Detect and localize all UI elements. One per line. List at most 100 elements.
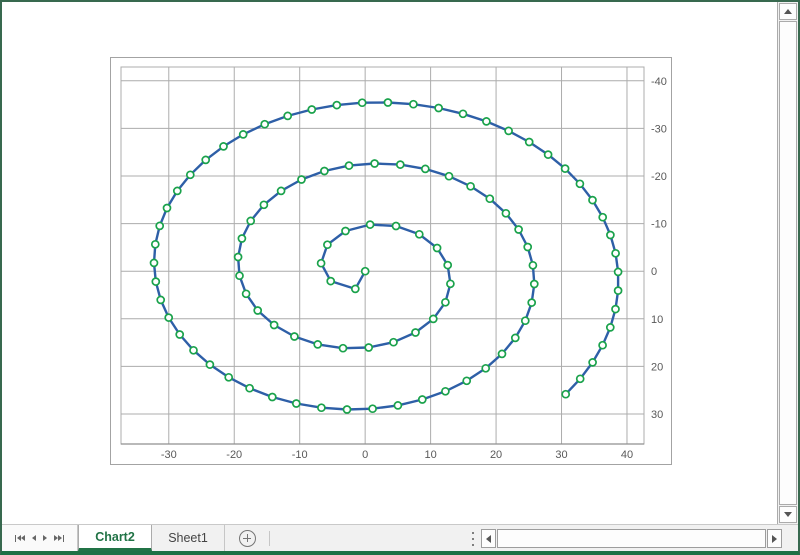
spiral-data-marker[interactable] — [172, 186, 182, 196]
spiral-data-marker[interactable] — [441, 297, 450, 307]
spiral-data-marker[interactable] — [235, 271, 244, 281]
spiral-data-marker[interactable] — [156, 295, 166, 305]
spiral-data-marker[interactable] — [389, 337, 398, 347]
spiral-data-marker[interactable] — [360, 266, 370, 276]
spiral-data-marker[interactable] — [611, 304, 620, 314]
spiral-data-marker[interactable] — [260, 119, 270, 129]
spiral-data-marker[interactable] — [395, 160, 405, 169]
spiral-data-marker[interactable] — [417, 395, 427, 404]
spiral-data-marker[interactable] — [611, 248, 620, 258]
horizontal-scrollbar[interactable] — [481, 529, 782, 548]
spiral-data-marker[interactable] — [323, 240, 332, 250]
spiral-data-marker[interactable] — [482, 117, 491, 126]
spiral-data-marker[interactable] — [420, 164, 430, 174]
new-sheet-button[interactable] — [233, 525, 261, 551]
spiral-data-marker[interactable] — [316, 258, 326, 268]
spiral-data-marker[interactable] — [283, 111, 293, 121]
spiral-data-marker[interactable] — [344, 161, 354, 170]
spiral-data-marker[interactable] — [269, 320, 279, 330]
spiral-data-marker[interactable] — [523, 242, 533, 252]
spiral-data-marker[interactable] — [259, 200, 269, 210]
next-sheet-button[interactable] — [42, 535, 47, 541]
spiral-data-marker[interactable] — [267, 392, 277, 402]
vertical-scrollbar-thumb[interactable] — [779, 21, 797, 505]
spiral-data-marker[interactable] — [338, 343, 348, 353]
spiral-data-marker[interactable] — [393, 401, 403, 410]
spiral-data-marker[interactable] — [588, 358, 597, 367]
spiral-data-marker[interactable] — [350, 284, 360, 294]
spiral-data-marker[interactable] — [560, 164, 570, 173]
spiral-data-marker[interactable] — [443, 260, 453, 270]
spiral-data-marker[interactable] — [391, 221, 401, 231]
chart-frame[interactable]: -30 -20 -10 0 10 20 30 40 -40 -30 -20 -10 0 10 20 30 — [110, 57, 672, 465]
spiral-data-marker[interactable] — [527, 298, 537, 307]
spiral-data-marker[interactable] — [313, 340, 323, 349]
spiral-data-marker[interactable] — [365, 220, 375, 229]
spiral-data-marker[interactable] — [598, 212, 608, 222]
spiral-data-marker[interactable] — [428, 314, 438, 324]
spiral-data-marker[interactable] — [237, 234, 247, 243]
spiral-data-marker[interactable] — [175, 330, 185, 339]
spiral-data-marker[interactable] — [332, 100, 342, 110]
spiral-data-marker[interactable] — [501, 208, 511, 218]
spiral-data-marker[interactable] — [307, 105, 317, 114]
spiral-data-marker[interactable] — [528, 260, 538, 270]
spiral-data-marker[interactable] — [291, 399, 301, 408]
spiral-data-marker[interactable] — [326, 276, 336, 286]
scroll-left-button[interactable] — [481, 529, 496, 548]
spiral-data-marker[interactable] — [383, 98, 393, 107]
spiral-data-marker[interactable] — [320, 166, 329, 176]
spiral-data-marker[interactable] — [238, 130, 248, 139]
spiral-data-marker[interactable] — [598, 340, 607, 350]
spiral-data-marker[interactable] — [613, 286, 623, 295]
spiral-data-marker[interactable] — [458, 109, 468, 119]
spiral-data-marker[interactable] — [466, 181, 475, 191]
spiral-data-marker[interactable] — [317, 403, 326, 413]
horizontal-scrollbar-thumb[interactable] — [497, 529, 766, 548]
spiral-data-marker[interactable] — [245, 383, 254, 393]
spiral-data-marker[interactable] — [606, 230, 615, 240]
spiral-data-marker[interactable] — [297, 175, 306, 184]
spiral-data-marker[interactable] — [543, 150, 553, 159]
sheet-tab-sheet1[interactable]: Sheet1 — [152, 525, 225, 551]
spiral-data-marker[interactable] — [241, 289, 251, 299]
first-sheet-button[interactable] — [14, 534, 26, 542]
spiral-data-marker[interactable] — [201, 155, 211, 165]
spiral-data-marker[interactable] — [150, 239, 160, 249]
spiral-data-marker[interactable] — [155, 221, 165, 231]
spiral-data-marker[interactable] — [357, 98, 367, 108]
spiral-data-marker[interactable] — [205, 360, 215, 369]
spiral-data-marker[interactable] — [342, 405, 352, 414]
spiral-data-marker[interactable] — [481, 363, 491, 373]
spiral-data-marker[interactable] — [524, 137, 534, 147]
spiral-data-marker[interactable] — [561, 389, 571, 399]
spiral-data-marker[interactable] — [370, 159, 379, 168]
vertical-scrollbar[interactable] — [777, 2, 798, 524]
tab-splitter-handle[interactable] — [470, 532, 476, 546]
spiral-data-marker[interactable] — [290, 332, 299, 341]
spiral-data-marker[interactable] — [446, 279, 455, 289]
spiral-data-marker[interactable] — [414, 229, 424, 239]
scroll-down-button[interactable] — [779, 506, 797, 523]
previous-sheet-button[interactable] — [32, 535, 37, 541]
spiral-data-marker[interactable] — [441, 386, 450, 396]
spiral-data-marker[interactable] — [575, 374, 585, 384]
spiral-data-marker[interactable] — [219, 142, 228, 151]
spiral-data-marker[interactable] — [605, 323, 615, 332]
spiral-data-marker[interactable] — [149, 258, 159, 268]
spiral-data-marker[interactable] — [246, 216, 256, 226]
spiral-data-marker[interactable] — [462, 376, 472, 386]
spiral-data-marker[interactable] — [588, 195, 597, 205]
spiral-data-marker[interactable] — [151, 277, 161, 286]
spiral-data-marker[interactable] — [276, 186, 286, 196]
spiral-data-marker[interactable] — [510, 333, 520, 343]
spiral-data-marker[interactable] — [504, 126, 513, 136]
spiral-data-marker[interactable] — [444, 171, 454, 181]
spiral-data-marker[interactable] — [520, 316, 530, 326]
sheet-tab-chart2[interactable]: Chart2 — [78, 525, 152, 551]
spiral-data-marker[interactable] — [409, 99, 418, 109]
spiral-data-marker[interactable] — [185, 170, 195, 180]
spiral-data-marker[interactable] — [233, 252, 243, 262]
spiral-data-marker[interactable] — [368, 404, 377, 414]
spiral-data-marker[interactable] — [411, 328, 420, 337]
